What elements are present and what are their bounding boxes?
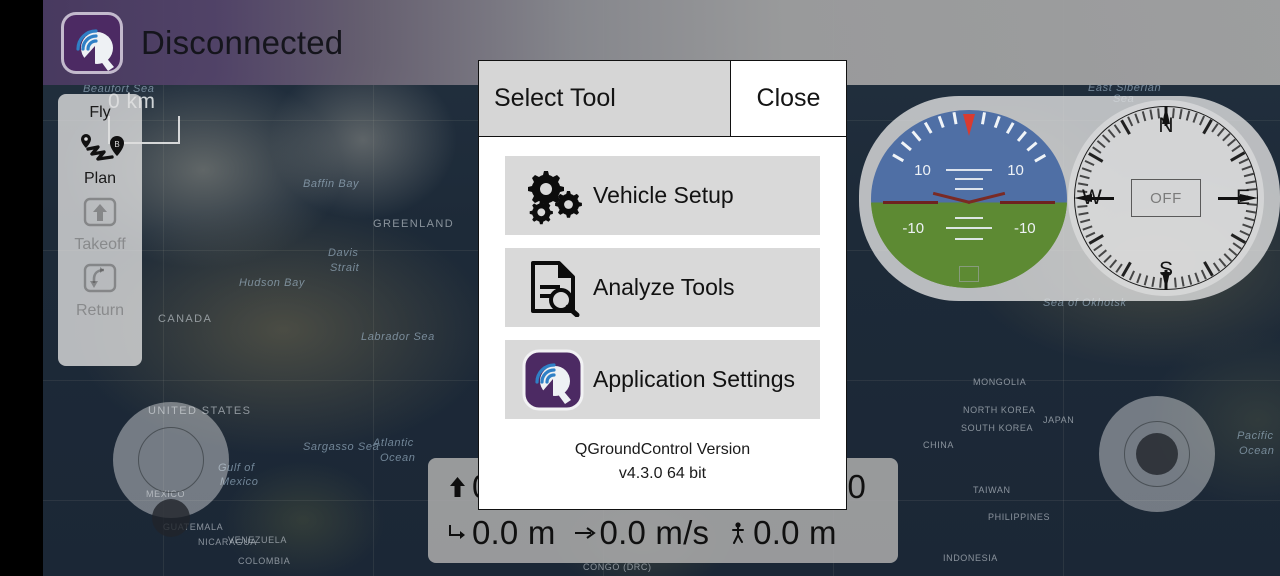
fly-icon: B (58, 124, 142, 168)
map-label: Baffin Bay (303, 178, 360, 190)
adi-pitch-label-dn-right: -10 (1013, 220, 1036, 238)
gears-icon (519, 167, 587, 225)
map-label: VENEZUELA (228, 535, 287, 545)
map-label: Strait (330, 262, 360, 274)
map-label: CHINA (923, 440, 955, 450)
adi-pitch-label-up-left: 10 (914, 161, 931, 179)
dialog-body: Vehicle Setup Analyze Tools Application … (479, 137, 846, 509)
adi-pitch-label-up-right: 10 (1007, 161, 1024, 179)
map-label: CANADA (158, 313, 213, 325)
telemetry-ground-speed: 0.0 m/s (572, 514, 710, 552)
map-label: GREENLAND (373, 218, 455, 230)
toolstrip-label-fly: Fly (89, 104, 111, 121)
document-search-icon (519, 259, 587, 317)
compass-indicator[interactable]: N E S W OFF (1068, 100, 1264, 296)
vehicle-setup-label: Vehicle Setup (593, 182, 734, 208)
qgroundcontrol-logo-icon (519, 349, 587, 411)
map-label: NICARAGUA (198, 537, 257, 547)
vehicle-setup-button[interactable]: Vehicle Setup (505, 156, 820, 235)
compass-label-east: E (1235, 186, 1250, 209)
return-arrow-icon (58, 256, 142, 300)
adi-horizon-right (1000, 201, 1056, 205)
compass-label-south: S (1158, 258, 1174, 281)
map-label: Ocean (380, 452, 416, 464)
compass-label-north: N (1158, 114, 1174, 137)
instrument-panel: 10 10 -10 -10 N E S W OFF (859, 96, 1280, 301)
takeoff-arrow-icon (58, 190, 142, 234)
analyze-tools-button[interactable]: Analyze Tools (505, 248, 820, 327)
virtual-joystick-left[interactable] (113, 402, 229, 537)
roll-pointer-icon (963, 114, 975, 136)
distance-to-home-icon (725, 522, 751, 544)
qgroundcontrol-logo-icon[interactable] (61, 11, 123, 74)
adi-slip-indicator-icon (959, 266, 979, 282)
sidebar-item-fly[interactable]: Fly B (58, 102, 142, 168)
toolstrip-label-takeoff: Takeoff (74, 236, 126, 253)
map-label: MONGOLIA (973, 377, 1027, 387)
close-button[interactable]: Close (730, 61, 846, 136)
select-tool-dialog: Select Tool Close Vehicle Setup Analyze … (478, 60, 847, 510)
map-label: Davis (328, 247, 359, 259)
ground-distance-icon (444, 523, 470, 543)
map-label: Sargasso Sea (303, 441, 380, 453)
svg-text:B: B (114, 140, 119, 149)
version-info: QGroundControl Version v4.3.0 64 bit (505, 438, 820, 486)
map-label: Ocean (1239, 445, 1275, 457)
map-label: CONGO (DRC) (583, 562, 652, 572)
version-line-2: v4.3.0 64 bit (618, 465, 707, 482)
telemetry-distance-to-home: 0.0 m (725, 514, 837, 552)
map-label: COLOMBIA (238, 556, 291, 566)
telemetry-row-2: 0.0 m 0.0 m/s 0.0 m (444, 510, 882, 556)
map-label: SOUTH KOREA (961, 423, 1034, 433)
map-label: NORTH KOREA (963, 405, 1036, 415)
analyze-tools-label: Analyze Tools (593, 274, 735, 300)
application-settings-button[interactable]: Application Settings (505, 340, 820, 419)
adi-horizon-left (882, 201, 938, 205)
sidebar-item-plan[interactable]: Plan (58, 168, 142, 190)
version-line-1: QGroundControl Version (574, 441, 751, 458)
adi-pitch-label-dn-left: -10 (902, 220, 925, 238)
map-label: Pacific (1237, 430, 1274, 442)
map-label: Hudson Bay (239, 277, 305, 289)
joystick-left-knob[interactable] (152, 499, 190, 537)
adi-aircraft-symbol-icon (934, 201, 1004, 217)
toolstrip-label-plan: Plan (83, 170, 117, 187)
virtual-joystick-right[interactable] (1099, 396, 1215, 512)
map-label: TAIWAN (973, 485, 1011, 495)
telemetry-ground-distance: 0.0 m (444, 514, 556, 552)
dialog-header: Select Tool Close (479, 61, 846, 137)
compass-label-west: W (1082, 186, 1102, 209)
map-label: Atlantic (373, 437, 414, 449)
application-settings-label: Application Settings (593, 366, 796, 392)
altitude-up-icon (444, 476, 470, 498)
map-label: PHILIPPINES (988, 512, 1051, 522)
compass-heading-value: OFF (1131, 179, 1201, 217)
joystick-right-knob[interactable] (1136, 433, 1178, 475)
ground-speed-icon (572, 524, 598, 542)
connection-status-title: Disconnected (141, 23, 344, 61)
qgroundcontrol-window: Beaufort Sea Baffin Bay GREENLAND Davis Stra… (0, 0, 1280, 576)
main-toolstrip: Fly B Plan Takeoff Return (58, 94, 142, 366)
toolstrip-label-return: Return (75, 302, 125, 319)
telemetry-distance-to-home-value: 0.0 m (753, 514, 837, 551)
telemetry-ground-speed-value: 0.0 m/s (599, 514, 710, 551)
sidebar-item-takeoff[interactable]: Takeoff (58, 190, 142, 256)
telemetry-ground-distance-value: 0.0 m (472, 514, 556, 551)
attitude-indicator[interactable]: 10 10 -10 -10 (871, 110, 1067, 288)
map-label: JAPAN (1043, 415, 1075, 425)
dialog-title: Select Tool (479, 61, 730, 136)
joystick-left-inner-ring (138, 427, 204, 493)
sidebar-item-return[interactable]: Return (58, 256, 142, 322)
map-label: INDONESIA (943, 553, 998, 563)
